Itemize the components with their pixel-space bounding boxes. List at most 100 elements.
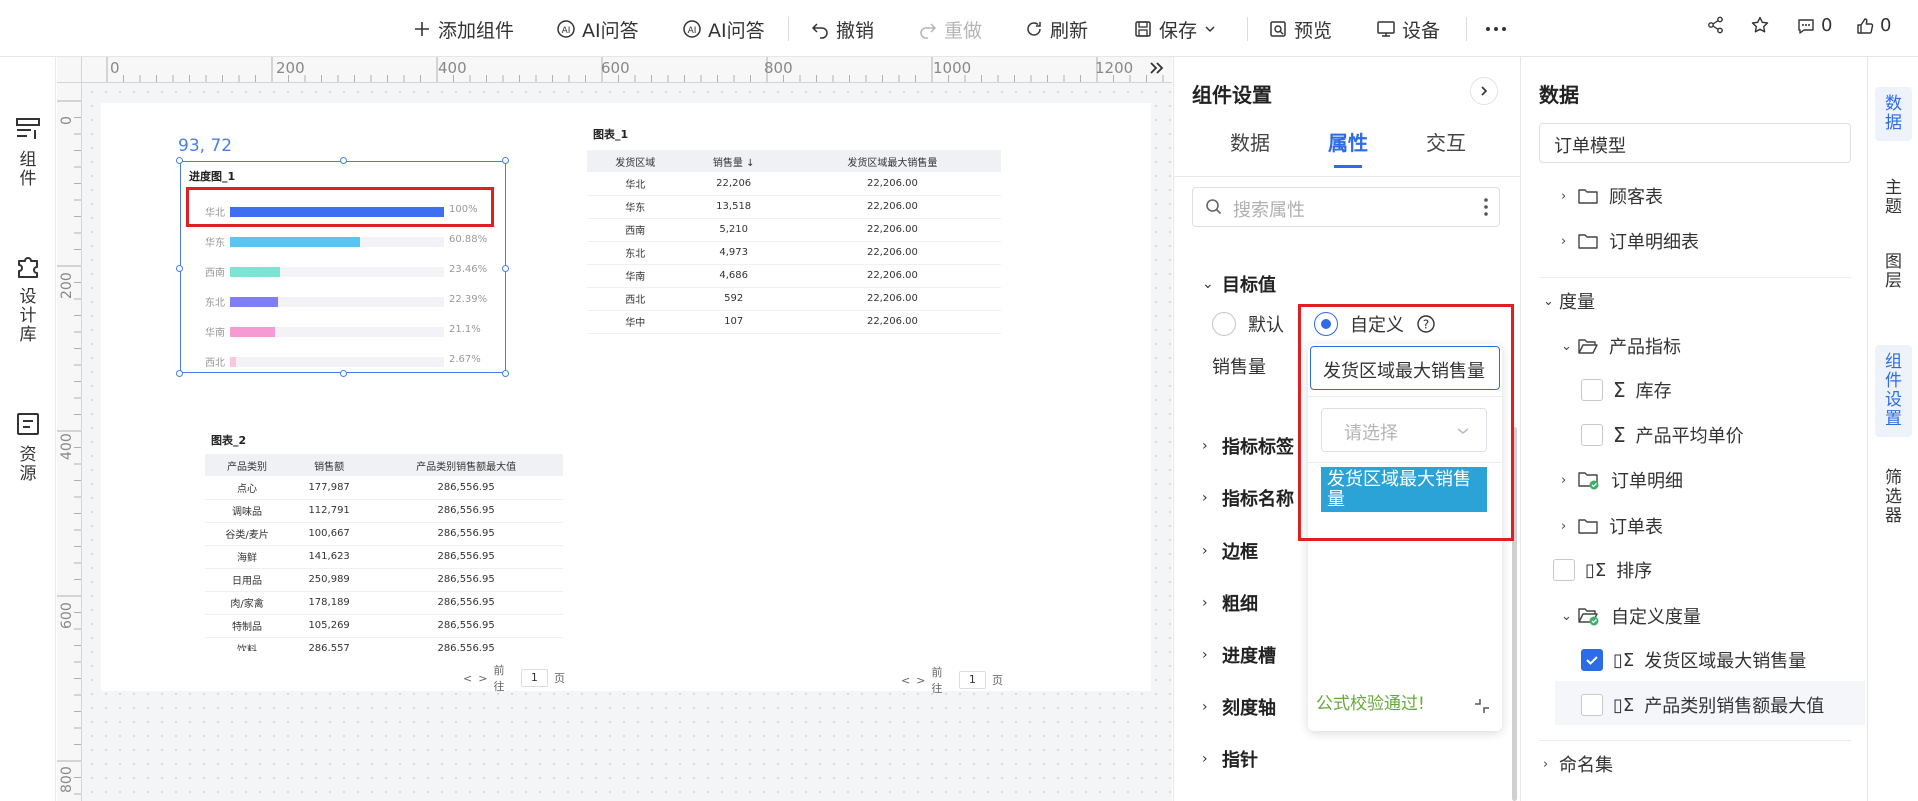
resize-handle[interactable] [502, 370, 509, 377]
tree-item-product-metrics[interactable]: ⌄ 产品指标 [1561, 333, 1681, 359]
ai-qa-button[interactable]: AI AI问答 [556, 14, 639, 44]
double-chevron-right-icon[interactable] [1148, 59, 1166, 77]
rail-item-components[interactable]: 组件 [0, 115, 56, 189]
resize-handle[interactable] [340, 157, 347, 164]
sort-desc-icon[interactable]: ↓ [746, 158, 754, 169]
table-row[interactable]: 华东 13,518 22,206.00 [587, 195, 1001, 219]
rail-tab-filters[interactable]: 筛选器 [1875, 461, 1912, 534]
collapse-icon[interactable] [1472, 696, 1492, 716]
column-header[interactable]: 产品类别 [205, 454, 290, 476]
refresh-button[interactable]: 刷新 [1024, 14, 1088, 44]
tree-item-order-detail[interactable]: › 订单明细 [1561, 467, 1683, 493]
share-button[interactable] [1706, 15, 1726, 35]
section-indicator-name[interactable]: › 指标名称 [1202, 485, 1294, 511]
resize-handle[interactable] [340, 370, 347, 377]
measure-sort[interactable]: ▯Σ 排序 [1553, 557, 1652, 583]
table-row[interactable]: 肉/家禽 178,189 286,556.95 [205, 591, 563, 615]
checkbox-checked[interactable] [1581, 649, 1603, 671]
column-header[interactable]: 发货区域 [587, 150, 684, 172]
save-button[interactable]: 保存 [1133, 14, 1217, 44]
add-component-button[interactable]: 添加组件 [412, 14, 514, 44]
like-button[interactable]: 0 [1855, 15, 1891, 36]
page-input[interactable]: 1 [958, 671, 986, 689]
table-row[interactable]: 海鲜 141,623 286,556.95 [205, 545, 563, 569]
section-thickness[interactable]: › 粗细 [1202, 590, 1258, 616]
tree-item-order-detail-table[interactable]: › 订单明细表 [1561, 228, 1699, 254]
next-page-icon[interactable]: > [916, 674, 925, 687]
table-row[interactable]: 西南 5,210 22,206.00 [587, 218, 1001, 242]
tree-group-measures[interactable]: ⌄ 度量 [1543, 288, 1595, 314]
table-row[interactable]: 日用品 250,989 286,556.95 [205, 568, 563, 592]
more-vertical-icon[interactable] [1483, 197, 1489, 217]
tab-interaction[interactable]: 交互 [1426, 127, 1466, 156]
comment-button[interactable]: 0 [1796, 15, 1832, 36]
table-row[interactable]: 点心 177,987 286,556.95 [205, 476, 563, 500]
column-header[interactable]: 产品类别销售额最大值 [369, 454, 563, 476]
section-border[interactable]: › 边框 [1202, 538, 1258, 564]
column-header[interactable]: 销售量 ↓ [683, 150, 784, 172]
folder-icon [1577, 186, 1599, 206]
rail-tab-data[interactable]: 数据 [1875, 87, 1912, 141]
checkbox[interactable] [1581, 694, 1603, 716]
resize-handle[interactable] [176, 370, 183, 377]
section-progress-track[interactable]: › 进度槽 [1202, 642, 1276, 668]
tree-item-order-table[interactable]: › 订单表 [1561, 513, 1663, 539]
tab-data[interactable]: 数据 [1230, 127, 1270, 156]
radio-default[interactable]: 默认 [1212, 311, 1284, 337]
table-row[interactable]: 华中 107 22,206.00 [587, 310, 1001, 334]
measure-avg-price[interactable]: Σ 产品平均单价 [1581, 422, 1744, 448]
checkbox[interactable] [1581, 424, 1603, 446]
prev-page-icon[interactable]: < [901, 674, 910, 687]
custom-measure-max-region-sales[interactable]: ▯Σ 发货区域最大销售量 [1581, 647, 1806, 673]
section-pointer[interactable]: › 指针 [1202, 746, 1258, 772]
undo-button[interactable]: 撤销 [810, 14, 874, 44]
rail-tab-theme[interactable]: 主题 [1875, 171, 1912, 225]
column-header[interactable]: 销售额 [289, 454, 370, 476]
table-row[interactable]: 华南 4,686 22,206.00 [587, 264, 1001, 288]
prev-page-icon[interactable]: < [463, 672, 472, 685]
column-header[interactable]: 发货区域最大销售量 [783, 150, 1001, 172]
table-cell: 286,556.95 [369, 522, 563, 546]
section-target-value[interactable]: ⌄ 目标值 [1202, 271, 1276, 297]
device-button[interactable]: 设备 [1376, 14, 1440, 44]
resize-handle[interactable] [176, 157, 183, 164]
table-row[interactable]: 谷类/麦片 100,667 286,556.95 [205, 522, 563, 546]
resize-handle[interactable] [176, 265, 183, 272]
more-button[interactable] [1484, 14, 1508, 44]
table-row[interactable]: 特制品 105,269 286,556.95 [205, 614, 563, 638]
tab-properties[interactable]: 属性 [1328, 127, 1368, 156]
redo-button[interactable]: 重做 [918, 14, 982, 44]
search-properties-input[interactable]: 搜索属性 [1192, 187, 1500, 227]
checkbox[interactable] [1581, 379, 1603, 401]
ai-qa-button-2[interactable]: AI AI问答 [682, 14, 765, 44]
selection-coordinates: 93, 72 [178, 136, 233, 156]
section-scale-axis[interactable]: › 刻度轴 [1202, 694, 1276, 720]
table-row[interactable]: 东北 4,973 22,206.00 [587, 241, 1001, 265]
table-row[interactable]: 饮料 286,557 286,556.95 [205, 637, 563, 651]
section-indicator-label[interactable]: › 指标标签 [1202, 433, 1294, 459]
rail-tab-component-settings[interactable]: 组件设置 [1875, 345, 1912, 437]
table-chart-1[interactable]: 图表_1 发货区域 销售量 ↓ 发货区域最大销售量 华北 22,206 22,206… [585, 118, 1003, 695]
page-input[interactable]: 1 [520, 669, 548, 687]
table-chart-2[interactable]: 图表_2 产品类别 销售额 产品类别销售额最大值 点心 177,987 286,55… [203, 426, 565, 693]
preview-button[interactable]: 预览 [1268, 14, 1332, 44]
measure-stock[interactable]: Σ 库存 [1581, 377, 1672, 403]
resize-handle[interactable] [502, 157, 509, 164]
table-row[interactable]: 西北 592 22,206.00 [587, 287, 1001, 311]
collapse-panel-button[interactable] [1470, 77, 1498, 105]
tree-group-named-sets[interactable]: › 命名集 [1543, 751, 1613, 777]
tree-item-custom-measures[interactable]: ⌄ 自定义度量 [1561, 603, 1701, 629]
table-row[interactable]: 调味品 112,791 286,556.95 [205, 499, 563, 523]
checkbox[interactable] [1553, 559, 1575, 581]
tree-item-customer-table[interactable]: › 顾客表 [1561, 183, 1663, 209]
favorite-button[interactable] [1750, 15, 1770, 35]
rail-item-design-library[interactable]: 设计库 [0, 252, 56, 345]
rail-tab-layers[interactable]: 图层 [1875, 245, 1912, 299]
custom-measure-max-category-sales[interactable]: ▯Σ 产品类别销售额最大值 [1581, 692, 1824, 718]
rail-item-resources[interactable]: 资源 [0, 410, 56, 484]
model-select[interactable]: 订单模型 [1539, 123, 1851, 163]
table-scroll-area[interactable]: 产品类别 销售额 产品类别销售额最大值 点心 177,987 286,556.95 调… [205, 454, 563, 651]
table-row[interactable]: 华北 22,206 22,206.00 [587, 172, 1001, 196]
resize-handle[interactable] [502, 265, 509, 272]
next-page-icon[interactable]: > [478, 672, 487, 685]
